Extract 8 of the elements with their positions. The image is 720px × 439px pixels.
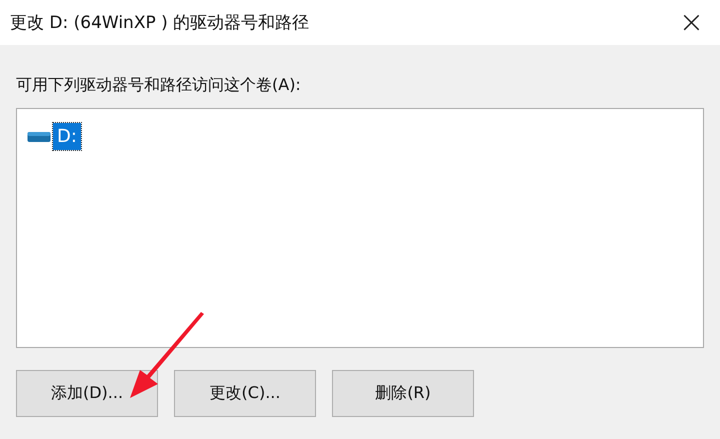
dialog-button[interactable]: 更改(C)... <box>174 370 316 417</box>
window-title: 更改 D: (64WinXP ) 的驱动器号和路径 <box>10 12 310 34</box>
drive-icon <box>27 130 51 142</box>
dialog-button[interactable]: 添加(D)... <box>16 370 158 417</box>
drive-item[interactable]: D: <box>53 123 81 150</box>
list-label: 可用下列驱动器号和路径访问这个卷(A): <box>16 75 302 96</box>
close-button[interactable]: × <box>672 8 710 38</box>
dialog-button[interactable]: 删除(R) <box>332 370 474 417</box>
